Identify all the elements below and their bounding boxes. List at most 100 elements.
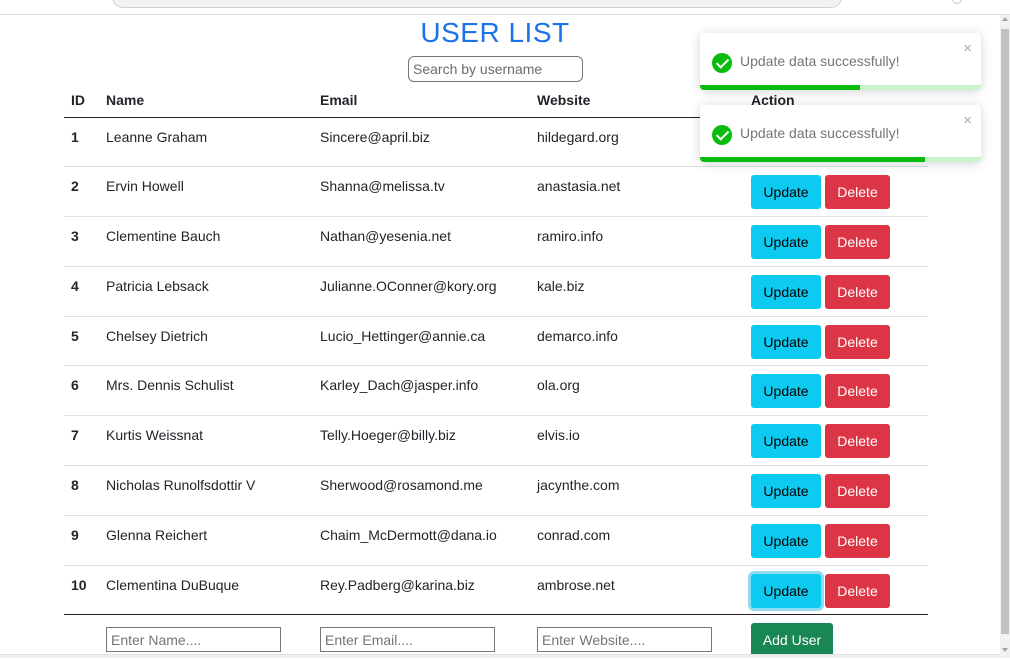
delete-button[interactable]: Delete: [825, 573, 890, 608]
cell-email: Shanna@melissa.tv: [313, 166, 530, 218]
cell-email: Karley_Dach@jasper.info: [313, 365, 530, 417]
cell-id: 2: [64, 166, 99, 218]
table-row: 4 Patricia Lebsack Julianne.OConner@kory…: [64, 266, 928, 317]
delete-button[interactable]: Delete: [825, 523, 890, 558]
delete-button[interactable]: Delete: [825, 324, 890, 359]
website-input[interactable]: [537, 627, 712, 653]
cell-website: ramiro.info: [530, 216, 744, 267]
delete-button[interactable]: Delete: [825, 274, 890, 309]
table-row: 8 Nicholas Runolfsdottir V Sherwood@rosa…: [64, 465, 928, 516]
cell-name: Chelsey Dietrich: [99, 316, 313, 367]
cell-name: Mrs. Dennis Schulist: [99, 365, 313, 417]
header-name: Name: [99, 84, 313, 118]
cell-name: Clementina DuBuque: [99, 565, 313, 616]
cell-id: 9: [64, 515, 99, 566]
check-circle-icon: [712, 53, 732, 73]
scroll-up-arrow-icon[interactable]: [1002, 17, 1008, 21]
toast-message: Update data successfully!: [740, 53, 900, 69]
vertical-scrollbar[interactable]: [1000, 15, 1010, 658]
cell-website: conrad.com: [530, 515, 744, 566]
update-button[interactable]: Update: [751, 374, 821, 409]
cell-name: Kurtis Weissnat: [99, 415, 313, 467]
table-row: 9 Glenna Reichert Chaim_McDermott@dana.i…: [64, 515, 928, 566]
cell-name: Glenna Reichert: [99, 515, 313, 566]
cell-id: 4: [64, 266, 99, 317]
cell-email: Telly.Hoeger@billy.biz: [313, 415, 530, 467]
update-button[interactable]: Update: [751, 424, 821, 459]
delete-button[interactable]: Delete: [825, 225, 890, 260]
update-button[interactable]: Update: [751, 573, 821, 608]
scroll-down-arrow-icon[interactable]: [1002, 648, 1008, 652]
cell-email: Sincere@april.biz: [313, 117, 530, 168]
close-icon[interactable]: ×: [963, 113, 972, 128]
cell-website: demarco.info: [530, 316, 744, 367]
update-button[interactable]: Update: [751, 225, 821, 260]
toast-progress-bar: [700, 85, 861, 90]
cell-actions: UpdateDelete: [744, 365, 928, 417]
horizontal-scrollbar[interactable]: [0, 654, 1000, 658]
update-button[interactable]: Update: [751, 523, 821, 558]
cell-website: elvis.io: [530, 415, 744, 467]
delete-button[interactable]: Delete: [825, 424, 890, 459]
table-body: 1 Leanne Graham Sincere@april.biz hildeg…: [64, 117, 928, 665]
cell-actions: UpdateDelete: [744, 565, 928, 616]
cell-actions: UpdateDelete: [744, 316, 928, 367]
name-input[interactable]: [106, 627, 281, 653]
cell-id: 8: [64, 465, 99, 516]
cell-website: ambrose.net: [530, 565, 744, 616]
add-user-button[interactable]: Add User: [751, 623, 833, 658]
table-row: 2 Ervin Howell Shanna@melissa.tv anastas…: [64, 166, 928, 218]
table-row: 10 Clementina DuBuque Rey.Padberg@karina…: [64, 565, 928, 616]
table-row: 7 Kurtis Weissnat Telly.Hoeger@billy.biz…: [64, 415, 928, 467]
toast-notification: Update data successfully! ×: [700, 33, 981, 90]
check-circle-icon: [712, 125, 732, 145]
delete-button[interactable]: Delete: [825, 175, 890, 210]
cell-name: Clementine Bauch: [99, 216, 313, 267]
cell-id: 5: [64, 316, 99, 367]
delete-button[interactable]: Delete: [825, 374, 890, 409]
toast-notification: Update data successfully! ×: [700, 105, 981, 162]
address-bar[interactable]: [112, 0, 842, 8]
update-button[interactable]: Update: [751, 274, 821, 309]
cell-website: kale.biz: [530, 266, 744, 317]
toast-progress-bar: [700, 157, 925, 162]
search-input[interactable]: [408, 56, 583, 82]
browser-menu-icon[interactable]: [952, 0, 962, 4]
cell-email: Chaim_McDermott@dana.io: [313, 515, 530, 566]
cell-website: anastasia.net: [530, 166, 744, 218]
cell-actions: UpdateDelete: [744, 266, 928, 317]
cell-id: 7: [64, 415, 99, 467]
cell-id: 1: [64, 117, 99, 168]
cell-id: 6: [64, 365, 99, 417]
delete-button[interactable]: Delete: [825, 474, 890, 509]
close-icon[interactable]: ×: [963, 41, 972, 56]
table-row: 3 Clementine Bauch Nathan@yesenia.net ra…: [64, 216, 928, 267]
cell-name: Patricia Lebsack: [99, 266, 313, 317]
header-id: ID: [64, 84, 99, 118]
cell-email: Sherwood@rosamond.me: [313, 465, 530, 516]
update-button[interactable]: Update: [751, 324, 821, 359]
cell-website: jacynthe.com: [530, 465, 744, 516]
email-input[interactable]: [320, 627, 495, 653]
cell-name: Leanne Graham: [99, 117, 313, 168]
update-button[interactable]: Update: [751, 175, 821, 210]
table-row: 6 Mrs. Dennis Schulist Karley_Dach@jaspe…: [64, 365, 928, 417]
cell-actions: UpdateDelete: [744, 216, 928, 267]
user-table: ID Name Email Website Action 1 Leanne Gr…: [64, 84, 928, 665]
cell-id: 10: [64, 565, 99, 616]
cell-actions: UpdateDelete: [744, 415, 928, 467]
table-row: 5 Chelsey Dietrich Lucio_Hettinger@annie…: [64, 316, 928, 367]
cell-actions: UpdateDelete: [744, 515, 928, 566]
scrollbar-thumb[interactable]: [1001, 29, 1009, 634]
cell-name: Ervin Howell: [99, 166, 313, 218]
update-button[interactable]: Update: [751, 474, 821, 509]
cell-actions: UpdateDelete: [744, 166, 928, 218]
cell-website: ola.org: [530, 365, 744, 417]
header-email: Email: [313, 84, 530, 118]
cell-email: Julianne.OConner@kory.org: [313, 266, 530, 317]
cell-name: Nicholas Runolfsdottir V: [99, 465, 313, 516]
cell-email: Nathan@yesenia.net: [313, 216, 530, 267]
cell-email: Lucio_Hettinger@annie.ca: [313, 316, 530, 367]
cell-actions: UpdateDelete: [744, 465, 928, 516]
toast-message: Update data successfully!: [740, 125, 900, 141]
